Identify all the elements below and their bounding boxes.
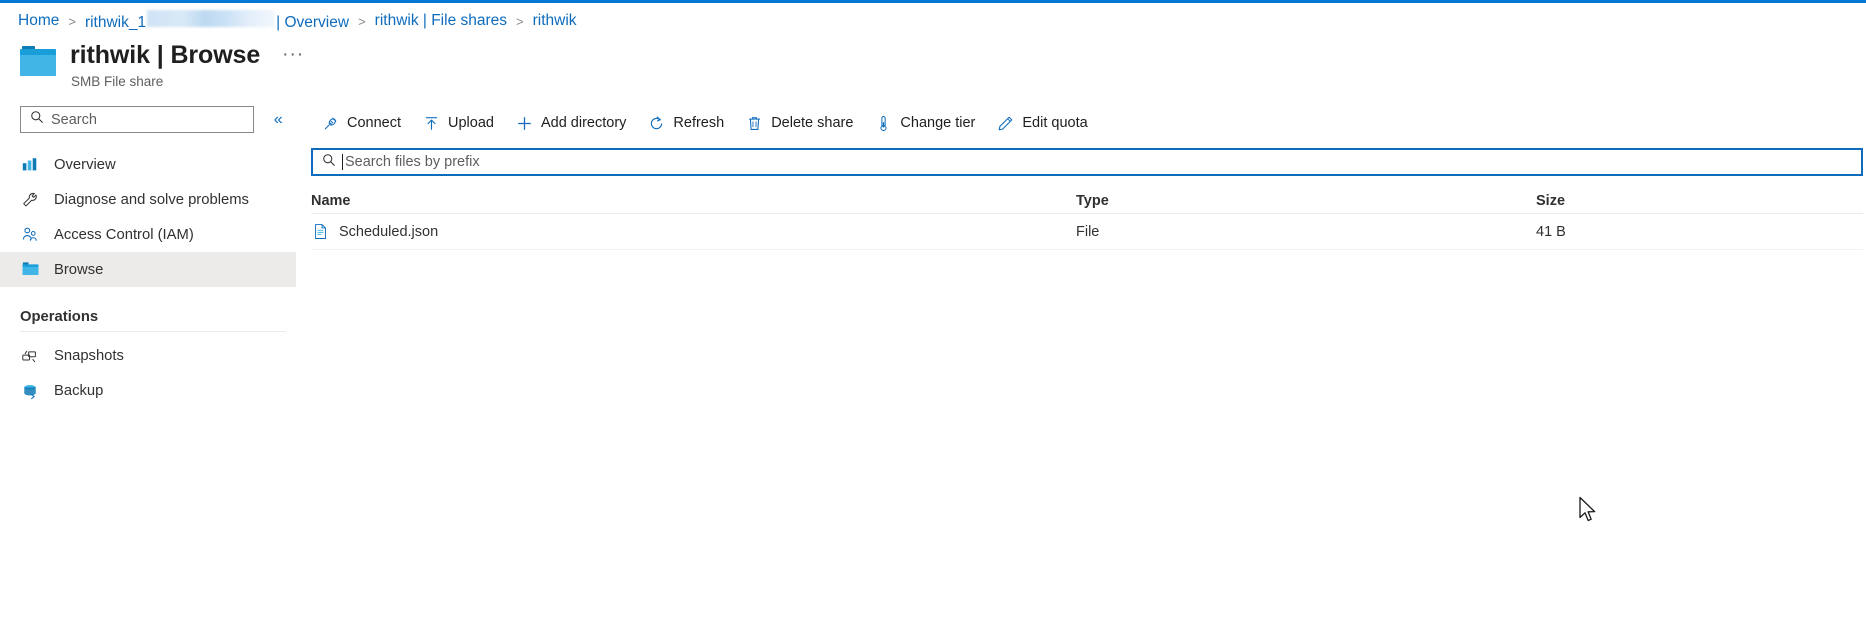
table-header-row: Name Type Size	[311, 188, 1863, 214]
table-cell-size: 41 B	[1536, 223, 1566, 240]
sidebar-nav-list: Overview Diagnose and solve problems Acc…	[0, 147, 296, 408]
column-header-size[interactable]: Size	[1536, 193, 1856, 209]
text-caret	[342, 154, 343, 170]
toolbar-button-label: Connect	[347, 115, 402, 131]
sidebar-item-access-control[interactable]: Access Control (IAM)	[0, 217, 296, 252]
breadcrumb-separator: >	[68, 13, 76, 29]
upload-arrow-icon	[423, 115, 440, 132]
toolbar-button-label: Delete share	[771, 115, 854, 131]
file-name-link[interactable]: Scheduled.json	[339, 224, 438, 240]
thermometer-icon	[875, 115, 892, 132]
toolbar-button-label: Edit quota	[1022, 115, 1088, 131]
sidebar-search-row: «	[0, 106, 296, 133]
breadcrumb-redacted-block	[147, 10, 276, 27]
refresh-button[interactable]: Refresh	[637, 108, 735, 138]
toolbar-button-label: Refresh	[673, 115, 725, 131]
upload-button[interactable]: Upload	[412, 108, 505, 138]
breadcrumb-item-home[interactable]: Home	[18, 12, 59, 30]
pencil-icon	[997, 115, 1014, 132]
plus-icon	[516, 115, 533, 132]
connect-button[interactable]: Connect	[311, 108, 412, 138]
sidebar-group-title-operations: Operations	[20, 309, 99, 325]
toolbar-button-label: Add directory	[540, 115, 627, 131]
breadcrumb-item-file-shares[interactable]: rithwik | File shares	[375, 12, 507, 30]
table-cell-name: Scheduled.json	[311, 223, 1076, 241]
refresh-icon	[648, 115, 665, 132]
breadcrumb-item-storage-account[interactable]: rithwik_1 | Overview	[85, 10, 349, 32]
change-tier-button[interactable]: Change tier	[864, 108, 986, 138]
backup-icon	[20, 381, 40, 401]
sidebar-item-browse[interactable]: Browse	[0, 252, 296, 287]
file-search-box[interactable]: Search files by prefix	[311, 148, 1863, 176]
sidebar-group-divider	[20, 331, 286, 332]
files-table: Name Type Size Scheduled.json File 41 B	[311, 188, 1863, 250]
toolbar-button-label: Change tier	[900, 115, 976, 131]
toolbar-button-label: Upload	[448, 115, 494, 131]
breadcrumb-separator: >	[358, 13, 366, 29]
people-icon	[20, 225, 40, 245]
connect-plug-icon	[322, 115, 339, 132]
edit-quota-button[interactable]: Edit quota	[986, 108, 1098, 138]
breadcrumb-storage-account-label[interactable]: rithwik_1	[85, 14, 146, 32]
sidebar-item-diagnose[interactable]: Diagnose and solve problems	[0, 182, 296, 217]
command-toolbar: Connect Upload Add directory Refresh Del…	[296, 106, 1866, 140]
top-accent-bar	[0, 0, 1866, 3]
resource-subtitle: SMB File share	[71, 74, 164, 89]
sidebar-item-overview[interactable]: Overview	[0, 147, 296, 182]
table-cell-type: File	[1076, 223, 1100, 240]
sidebar: « Overview Diagnos	[0, 106, 296, 632]
snapshots-icon	[20, 346, 40, 366]
search-input[interactable]	[51, 111, 241, 128]
table-row[interactable]: Scheduled.json File 41 B	[311, 214, 1863, 250]
breadcrumb-overview-label[interactable]: | Overview	[276, 14, 349, 32]
sidebar-item-label: Backup	[54, 382, 104, 399]
trash-icon	[746, 115, 763, 132]
more-options-button[interactable]: ···	[276, 44, 310, 66]
breadcrumb-item-current-share[interactable]: rithwik	[533, 12, 577, 30]
azure-portal-page: Home > rithwik_1 | Overview > rithwik | …	[0, 0, 1866, 632]
collapse-sidebar-button[interactable]: «	[268, 111, 288, 129]
search-box[interactable]	[20, 106, 255, 133]
main-content: Connect Upload Add directory Refresh Del…	[296, 106, 1866, 632]
sidebar-item-label: Browse	[54, 261, 104, 278]
search-icon	[322, 153, 336, 172]
folder-icon	[20, 260, 40, 280]
search-icon	[30, 110, 44, 129]
column-header-name[interactable]: Name	[311, 193, 1076, 209]
wrench-icon	[20, 190, 40, 210]
delete-share-button[interactable]: Delete share	[735, 108, 864, 138]
sidebar-item-label: Overview	[54, 156, 116, 173]
add-directory-button[interactable]: Add directory	[505, 108, 637, 138]
sidebar-item-label: Access Control (IAM)	[54, 226, 194, 243]
sidebar-item-label: Snapshots	[54, 347, 124, 364]
sidebar-item-label: Diagnose and solve problems	[54, 191, 249, 208]
resource-header: rithwik | Browse ··· SMB File share	[18, 40, 310, 89]
breadcrumb: Home > rithwik_1 | Overview > rithwik | …	[18, 10, 577, 32]
sidebar-item-snapshots[interactable]: Snapshots	[0, 338, 296, 373]
sidebar-item-backup[interactable]: Backup	[0, 373, 296, 408]
json-file-icon	[311, 223, 329, 241]
overview-icon	[20, 155, 40, 175]
column-header-type[interactable]: Type	[1076, 193, 1536, 209]
page-title: rithwik | Browse	[70, 41, 261, 69]
breadcrumb-separator: >	[516, 13, 524, 29]
file-search-placeholder: Search files by prefix	[345, 154, 480, 170]
file-share-folder-icon	[18, 46, 58, 80]
file-search-row: Search files by prefix	[296, 140, 1866, 176]
